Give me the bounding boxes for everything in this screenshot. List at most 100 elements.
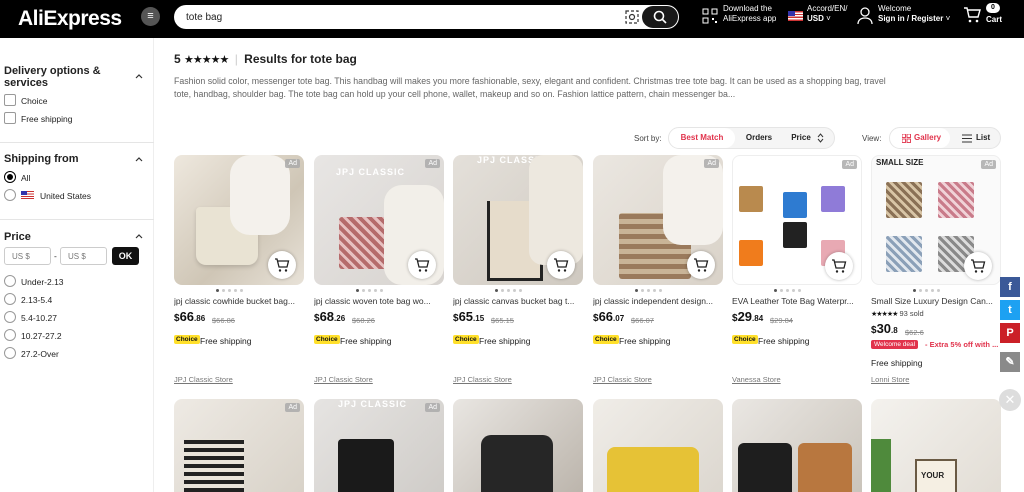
download-app-link[interactable]: Download the AliExpress app	[723, 4, 776, 24]
add-to-cart-button[interactable]	[547, 251, 575, 279]
store-link[interactable]: JPJ Classic Store	[593, 375, 652, 384]
store-link[interactable]: Vanessa Store	[732, 375, 781, 384]
chevron-up-icon[interactable]	[135, 232, 143, 240]
store-link[interactable]: JPJ Classic Store	[453, 375, 512, 384]
pinterest-share-icon[interactable]: P	[1000, 323, 1020, 343]
free-shipping-checkbox[interactable]	[4, 112, 16, 124]
grid-icon	[902, 134, 911, 143]
search-button[interactable]	[642, 6, 678, 28]
welcome-deal-badge: Welcome deal	[871, 340, 919, 349]
product-image[interactable]: Ad	[174, 399, 304, 492]
product-title[interactable]: jpj classic woven tote bag wo...	[314, 296, 444, 306]
product-card[interactable]: JPJ CLASSIC jpj classic canvas bucket ba…	[453, 155, 583, 395]
choice-checkbox[interactable]	[4, 94, 16, 106]
add-to-cart-button[interactable]	[687, 251, 715, 279]
price-range-radio[interactable]	[4, 293, 16, 305]
user-icon	[857, 7, 873, 25]
sort-best-match[interactable]: Best Match	[669, 128, 735, 148]
sort-orders[interactable]: Orders	[737, 128, 781, 148]
shipping-label: Free shipping	[479, 336, 531, 346]
product-title[interactable]: jpj classic canvas bucket bag t...	[453, 296, 583, 306]
sign-in-register: Sign in / Register	[878, 14, 944, 23]
price-dec: .15	[473, 314, 485, 323]
price-range-radio[interactable]	[4, 275, 16, 287]
ad-badge: Ad	[842, 160, 857, 169]
old-price: $65.15	[491, 316, 514, 325]
camera-search-icon[interactable]	[624, 9, 640, 25]
price-dec: .86	[194, 314, 206, 323]
sort-price[interactable]: Price	[783, 128, 819, 148]
chevron-up-icon[interactable]	[135, 155, 143, 163]
cart-icon[interactable]	[963, 7, 981, 23]
product-price: $68.26	[314, 309, 345, 324]
cart-label[interactable]: Cart	[986, 15, 1002, 25]
product-title[interactable]: EVA Leather Tote Bag Waterpr...	[732, 296, 862, 306]
sign-in-link[interactable]: Welcome Sign in / Register ˅	[878, 4, 950, 24]
product-image[interactable]: YOUR	[871, 399, 1001, 492]
price-ok-button[interactable]: OK	[112, 247, 139, 265]
product-image[interactable]: SMALL SIZE Ad	[871, 155, 1001, 285]
price-range-radio[interactable]	[4, 311, 16, 323]
price-dec: .8	[891, 326, 898, 335]
product-title[interactable]: jpj classic independent design...	[593, 296, 723, 306]
delivery-options-title[interactable]: Delivery options & services	[4, 65, 124, 89]
list-icon	[962, 134, 972, 143]
shipping-label: Free shipping	[200, 336, 252, 346]
add-to-cart-button[interactable]	[408, 251, 436, 279]
aliexpress-logo[interactable]: AliExpress	[18, 7, 122, 31]
search-input[interactable]	[186, 9, 606, 25]
product-image[interactable]	[593, 399, 723, 492]
store-link[interactable]: JPJ Classic Store	[314, 375, 373, 384]
chevron-up-icon[interactable]	[135, 72, 143, 80]
download-line2: AliExpress app	[723, 14, 777, 23]
product-price: $66.86	[174, 309, 205, 324]
menu-icon[interactable]: ≡	[141, 7, 160, 26]
view-gallery[interactable]: Gallery	[890, 128, 950, 148]
add-to-cart-button[interactable]	[268, 251, 296, 279]
product-image[interactable]: JPJ CLASSIC Ad	[314, 155, 444, 285]
choice-badge: Choice	[453, 335, 479, 344]
facebook-share-icon[interactable]: f	[1000, 277, 1020, 297]
product-image[interactable]	[453, 399, 583, 492]
locale-line1: Accord/EN/	[807, 4, 848, 13]
rating-stars-icon: ★★★★★	[871, 311, 898, 318]
store-link[interactable]: Lonni Store	[871, 375, 909, 384]
price-max-input[interactable]: US $	[60, 247, 107, 265]
store-link[interactable]: JPJ Classic Store	[174, 375, 233, 384]
product-image[interactable]: Ad	[593, 155, 723, 285]
price-range-radio[interactable]	[4, 347, 16, 359]
price-int: 30	[876, 321, 892, 336]
price-min-input[interactable]: US $	[4, 247, 51, 265]
add-to-cart-button[interactable]	[964, 252, 992, 280]
choice-badge: Choice	[314, 335, 340, 344]
product-image[interactable]: JPJ CLASSIC	[453, 155, 583, 285]
search-bar	[174, 5, 679, 29]
add-to-cart-button[interactable]	[825, 252, 853, 280]
ad-badge: Ad	[981, 160, 996, 169]
product-title[interactable]: jpj classic cowhide bucket bag...	[174, 296, 304, 306]
product-image[interactable]	[732, 399, 862, 492]
view-list[interactable]: List	[976, 128, 1000, 148]
edit-icon[interactable]: ✎	[1000, 352, 1020, 372]
price-int: 65	[458, 309, 474, 324]
product-title[interactable]: Small Size Luxury Design Can...	[871, 296, 1001, 306]
product-image[interactable]: Ad	[174, 155, 304, 285]
product-image[interactable]: JPJ CLASSIC Ad	[314, 399, 444, 492]
twitter-share-icon[interactable]: t	[1000, 300, 1020, 320]
shipping-from-title[interactable]: Shipping from	[4, 153, 79, 165]
close-icon[interactable]: ✕	[999, 389, 1021, 411]
product-card[interactable]: Ad EVA Leather Tote Bag Waterpr... $29.8…	[732, 155, 862, 395]
product-card[interactable]: Ad jpj classic independent design... $66…	[593, 155, 723, 395]
view-toggle: Gallery List	[889, 127, 1001, 149]
ship-from-us-radio[interactable]	[4, 189, 16, 201]
product-card[interactable]: Ad jpj classic cowhide bucket bag... $66…	[174, 155, 304, 395]
price-title[interactable]: Price	[4, 231, 31, 243]
shipping-label: Free shipping	[758, 336, 810, 346]
price-range-radio[interactable]	[4, 329, 16, 341]
ship-from-all-radio[interactable]	[4, 171, 16, 183]
product-card[interactable]: SMALL SIZE Ad Small Size Luxury Design C…	[871, 155, 1001, 395]
locale-selector[interactable]: Accord/EN/ USD ˅	[807, 4, 847, 24]
product-card[interactable]: JPJ CLASSIC Ad jpj classic woven tote ba…	[314, 155, 444, 395]
rating-filter-value: 5	[174, 52, 181, 66]
product-image[interactable]: Ad	[732, 155, 862, 285]
